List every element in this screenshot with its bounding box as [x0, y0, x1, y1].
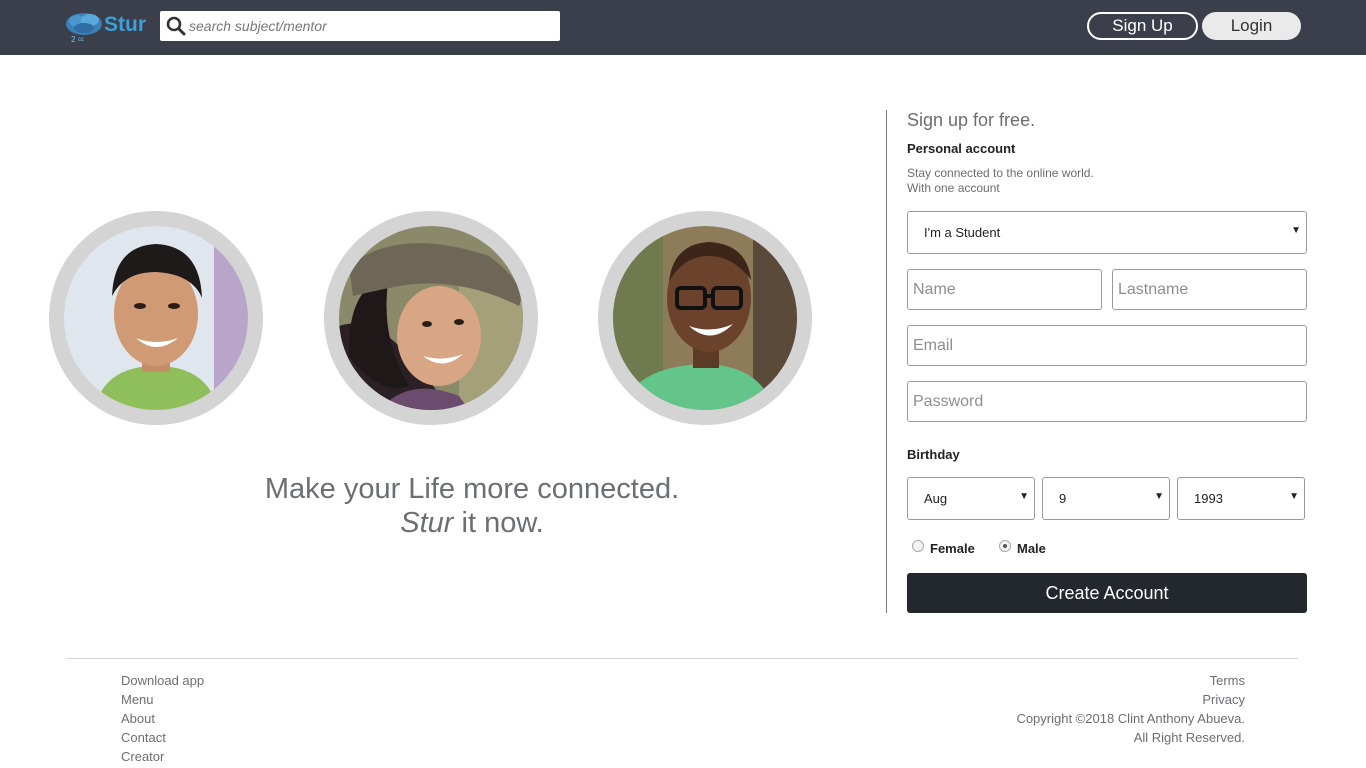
search-bar[interactable] — [160, 11, 560, 41]
password-input[interactable] — [913, 382, 1301, 421]
lastname-field[interactable] — [1112, 269, 1307, 310]
hero-tagline: Make your Life more connected. Stur it n… — [172, 472, 772, 540]
svg-text:cc: cc — [78, 37, 84, 43]
person-photo-icon — [64, 226, 248, 410]
footer-link-privacy[interactable]: Privacy — [1016, 690, 1245, 709]
avatar — [613, 226, 797, 410]
email-field[interactable] — [907, 325, 1307, 366]
footer-legal: Terms Privacy Copyright ©2018 Clint Anth… — [1016, 671, 1245, 747]
dropdown-arrow-icon: ▼ — [1289, 491, 1299, 502]
footer-link-download-app[interactable]: Download app — [121, 671, 204, 690]
role-select[interactable]: I'm a Student ▼ — [907, 211, 1307, 254]
avatar-frame — [49, 211, 263, 425]
login-button[interactable]: Login — [1202, 12, 1301, 40]
tagline-brand: Stur — [400, 507, 454, 539]
description-line-1: Stay connected to the online world. — [907, 166, 1094, 180]
signup-description: Stay connected to the online world. With… — [907, 166, 1094, 196]
email-input[interactable] — [913, 326, 1301, 365]
description-line-2: With one account — [907, 181, 1000, 195]
password-field[interactable] — [907, 381, 1307, 422]
lastname-input[interactable] — [1118, 270, 1301, 309]
name-field[interactable] — [907, 269, 1102, 310]
tagline-line-2: Stur it now. — [172, 506, 772, 540]
rights-text: All Right Reserved. — [1133, 730, 1245, 745]
logo-text: Stur — [104, 13, 146, 36]
account-type-heading: Personal account — [907, 141, 1016, 156]
avatar — [339, 226, 523, 410]
footer-link-contact[interactable]: Contact — [121, 728, 204, 747]
create-account-button[interactable]: Create Account — [907, 573, 1307, 613]
footer-link-terms[interactable]: Terms — [1016, 671, 1245, 690]
vertical-divider — [886, 110, 887, 613]
dropdown-arrow-icon: ▼ — [1019, 491, 1029, 502]
birth-month-value: Aug — [924, 491, 948, 506]
birth-day-select[interactable]: 9 ▼ — [1042, 477, 1170, 520]
person-photo-icon — [613, 226, 797, 410]
gender-male-label: Male — [1017, 541, 1046, 556]
birth-month-select[interactable]: Aug ▼ — [907, 477, 1035, 520]
footer-link-about[interactable]: About — [121, 709, 204, 728]
tagline-rest: it now. — [453, 507, 544, 539]
dropdown-arrow-icon: ▼ — [1291, 225, 1301, 236]
footer-link-menu[interactable]: Menu — [121, 690, 204, 709]
gender-female-label: Female — [930, 541, 975, 556]
avatar — [64, 226, 248, 410]
search-input[interactable] — [189, 11, 554, 41]
name-input[interactable] — [913, 270, 1096, 309]
avatar-frame — [598, 211, 812, 425]
birth-year-select[interactable]: 1993 ▼ — [1177, 477, 1305, 520]
signup-title: Sign up for free. — [907, 110, 1036, 130]
birthday-label: Birthday — [907, 447, 960, 462]
dropdown-arrow-icon: ▼ — [1154, 491, 1164, 502]
birth-day-value: 9 — [1059, 491, 1067, 506]
footer-divider — [67, 658, 1298, 659]
signup-button[interactable]: Sign Up — [1087, 12, 1198, 40]
stur-logo[interactable]: 2 cc Stur — [64, 10, 148, 44]
radio-off-icon[interactable] — [912, 540, 924, 552]
birth-year-value: 1993 — [1194, 491, 1223, 506]
brain-logo-icon: 2 cc — [66, 13, 102, 44]
footer-link-creator[interactable]: Creator — [121, 747, 204, 766]
role-select-value: I'm a Student — [924, 225, 1001, 240]
top-navbar: 2 cc Stur Sign Up Login — [0, 0, 1366, 55]
search-icon — [166, 16, 186, 36]
person-photo-icon — [339, 226, 523, 410]
tagline-line-1: Make your Life more connected. — [264, 473, 680, 505]
footer-links: Download app Menu About Contact Creator — [121, 671, 204, 766]
svg-text:2: 2 — [71, 35, 76, 44]
radio-on-icon[interactable] — [999, 540, 1011, 552]
avatar-frame — [324, 211, 538, 425]
copyright-text: Copyright ©2018 Clint Anthony Abueva. — [1016, 711, 1245, 726]
